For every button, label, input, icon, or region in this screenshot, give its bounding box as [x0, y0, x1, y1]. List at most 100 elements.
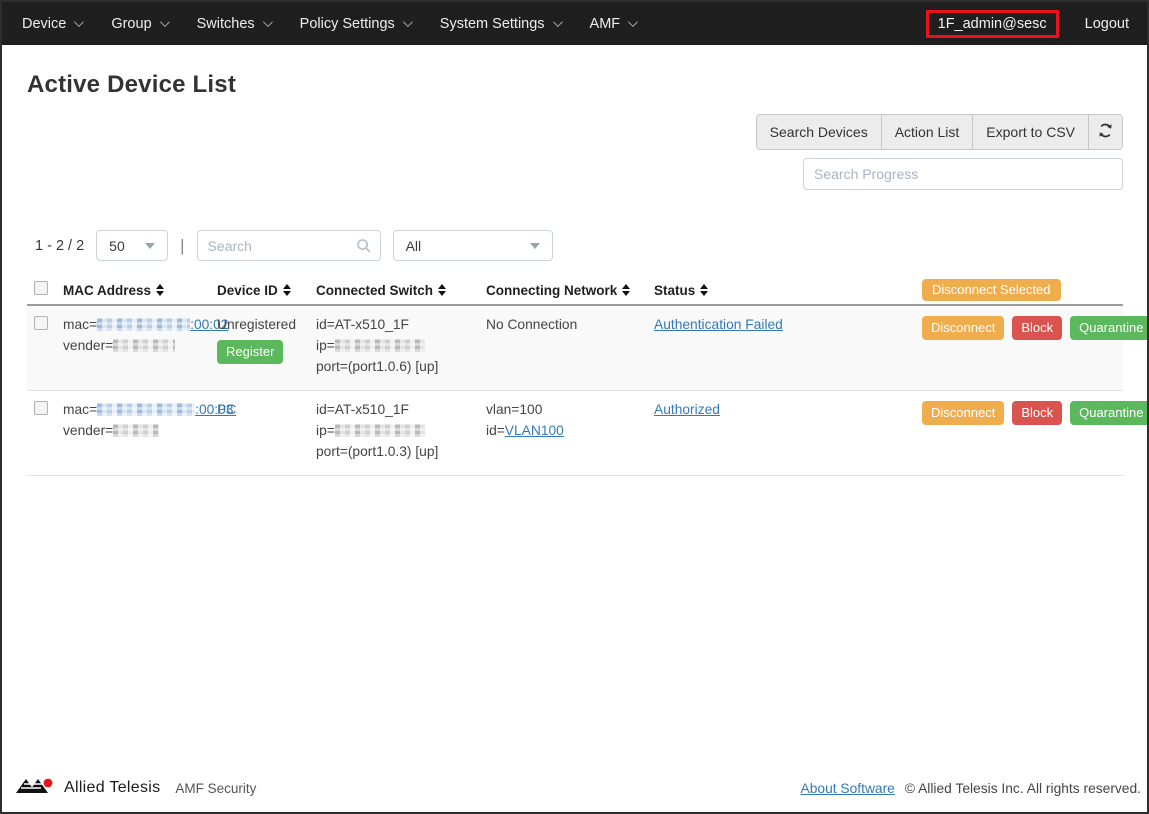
status-cell: Authentication Failed — [654, 314, 922, 335]
export-to-csv-button[interactable]: Export to CSV — [973, 115, 1089, 149]
block-button[interactable]: Block — [1012, 316, 1062, 340]
column-header-status[interactable]: Status — [654, 283, 922, 298]
column-label: Device ID — [217, 283, 278, 298]
list-controls: 1 - 2 / 2 50 | All — [27, 230, 1123, 261]
connecting-network-cell: vlan=100 id=VLAN100 — [486, 399, 654, 441]
column-label: MAC Address — [63, 283, 151, 298]
logged-in-user-badge: 1F_admin@sesc — [926, 10, 1059, 38]
row-select-cell — [27, 399, 63, 418]
chevron-down-icon — [403, 17, 413, 27]
block-button[interactable]: Block — [1012, 401, 1062, 425]
caret-down-icon — [145, 243, 155, 249]
action-list-button[interactable]: Action List — [882, 115, 974, 149]
quarantine-button[interactable]: Quarantine — [1070, 401, 1147, 425]
refresh-button[interactable] — [1089, 115, 1122, 149]
brand: Allied Telesis AMF Security — [15, 776, 256, 801]
page-title: Active Device List — [27, 71, 1123, 99]
row-select-cell — [27, 314, 63, 333]
nav-item-system-settings[interactable]: System Settings — [440, 16, 560, 32]
row-actions-cell: Disconnect Block Quarantine — [922, 314, 1147, 340]
chevron-down-icon — [74, 17, 84, 27]
redacted-vender — [113, 339, 175, 352]
switch-port-text: port=(port1.0.6) [up] — [316, 356, 486, 377]
sort-icon — [156, 284, 164, 296]
mac-prefix: mac= — [63, 317, 97, 332]
disconnect-button[interactable]: Disconnect — [922, 316, 1004, 340]
column-header-connected-switch[interactable]: Connected Switch — [316, 283, 486, 298]
column-header-mac-address[interactable]: MAC Address — [63, 283, 217, 298]
footer-right: About Software © Allied Telesis Inc. All… — [801, 781, 1141, 796]
vlan-link[interactable]: VLAN100 — [505, 423, 564, 438]
main-content: Active Device List Search Devices Action… — [2, 45, 1147, 770]
connecting-network-cell: No Connection — [486, 314, 654, 335]
search-progress-input[interactable] — [803, 158, 1123, 190]
device-id-text: Unregistered — [217, 314, 316, 335]
nav-item-group[interactable]: Group — [111, 16, 166, 32]
search-input[interactable] — [197, 230, 381, 261]
nav-item-label: System Settings — [440, 16, 545, 32]
sort-icon — [438, 284, 446, 296]
column-label: Connecting Network — [486, 283, 617, 298]
mac-prefix: mac= — [63, 402, 97, 417]
logout-button[interactable]: Logout — [1085, 16, 1129, 32]
row-checkbox[interactable] — [34, 316, 48, 330]
select-all-checkbox[interactable] — [34, 281, 48, 295]
controls-separator: | — [180, 236, 184, 256]
status-link[interactable]: Authentication Failed — [654, 317, 783, 332]
row-checkbox[interactable] — [34, 401, 48, 415]
toolbar: Search Devices Action List Export to CSV — [27, 114, 1123, 190]
search-icon — [356, 238, 372, 254]
column-label: Connected Switch — [316, 283, 433, 298]
quarantine-button[interactable]: Quarantine — [1070, 316, 1147, 340]
status-filter-select[interactable]: All — [393, 230, 553, 261]
status-cell: Authorized — [654, 399, 922, 420]
disconnect-button[interactable]: Disconnect — [922, 401, 1004, 425]
column-header-device-id[interactable]: Device ID — [217, 283, 316, 298]
page-footer: Allied Telesis AMF Security About Softwa… — [2, 770, 1147, 812]
redacted-mac — [97, 403, 195, 416]
search-devices-button[interactable]: Search Devices — [757, 115, 882, 149]
mac-address-link[interactable]: :00:03 — [97, 402, 233, 417]
refresh-icon — [1097, 122, 1114, 142]
nav-item-amf[interactable]: AMF — [590, 16, 636, 32]
column-header-connecting-network[interactable]: Connecting Network — [486, 283, 654, 298]
nav-item-switches[interactable]: Switches — [197, 16, 270, 32]
vender-prefix: vender= — [63, 338, 113, 353]
mac-address-link[interactable]: :00:02 — [97, 317, 228, 332]
connected-switch-cell: id=AT-x510_1F ip= port=(port1.0.6) [up] — [316, 314, 486, 377]
nav-item-policy-settings[interactable]: Policy Settings — [300, 16, 410, 32]
register-button[interactable]: Register — [217, 340, 283, 364]
disconnect-selected-button[interactable]: Disconnect Selected — [922, 279, 1061, 301]
mac-address-cell: mac=:00:02 vender= — [63, 314, 217, 356]
switch-port-text: port=(port1.0.3) [up] — [316, 441, 486, 462]
nav-item-label: Policy Settings — [300, 16, 395, 32]
nav-item-label: Group — [111, 16, 151, 32]
row-actions-cell: Disconnect Block Quarantine — [922, 399, 1147, 425]
status-filter-value: All — [406, 238, 422, 254]
copyright-text: © Allied Telesis Inc. All rights reserve… — [905, 781, 1141, 796]
switch-ip-prefix: ip= — [316, 423, 335, 438]
mac-address-cell: mac=:00:03 vender= — [63, 399, 217, 441]
status-link[interactable]: Authorized — [654, 402, 720, 417]
nav-item-label: AMF — [590, 16, 621, 32]
sort-icon — [700, 284, 708, 296]
redacted-ip — [335, 424, 425, 437]
chevron-down-icon — [160, 17, 170, 27]
redacted-mac — [97, 318, 190, 331]
switch-id-text: id=AT-x510_1F — [316, 399, 486, 420]
result-range-text: 1 - 2 / 2 — [35, 238, 84, 254]
header-actions-cell: Disconnect Selected — [922, 279, 1123, 301]
active-device-table: MAC Address Device ID Connected Switch C… — [27, 276, 1123, 476]
column-label: Status — [654, 283, 695, 298]
device-id-link[interactable]: PC — [217, 402, 236, 417]
nav-item-label: Device — [22, 16, 66, 32]
table-row: mac=:00:03 vender= PC id=AT-x510_1F ip= … — [27, 391, 1123, 476]
page-size-value: 50 — [109, 238, 125, 254]
device-id-cell: Unregistered Register — [217, 314, 316, 364]
page-size-select[interactable]: 50 — [96, 230, 168, 261]
about-software-link[interactable]: About Software — [801, 781, 895, 796]
username-text: 1F_admin@sesc — [938, 16, 1047, 32]
redacted-vender — [113, 424, 159, 437]
nav-item-device[interactable]: Device — [22, 16, 81, 32]
toolbar-button-group: Search Devices Action List Export to CSV — [756, 114, 1123, 150]
